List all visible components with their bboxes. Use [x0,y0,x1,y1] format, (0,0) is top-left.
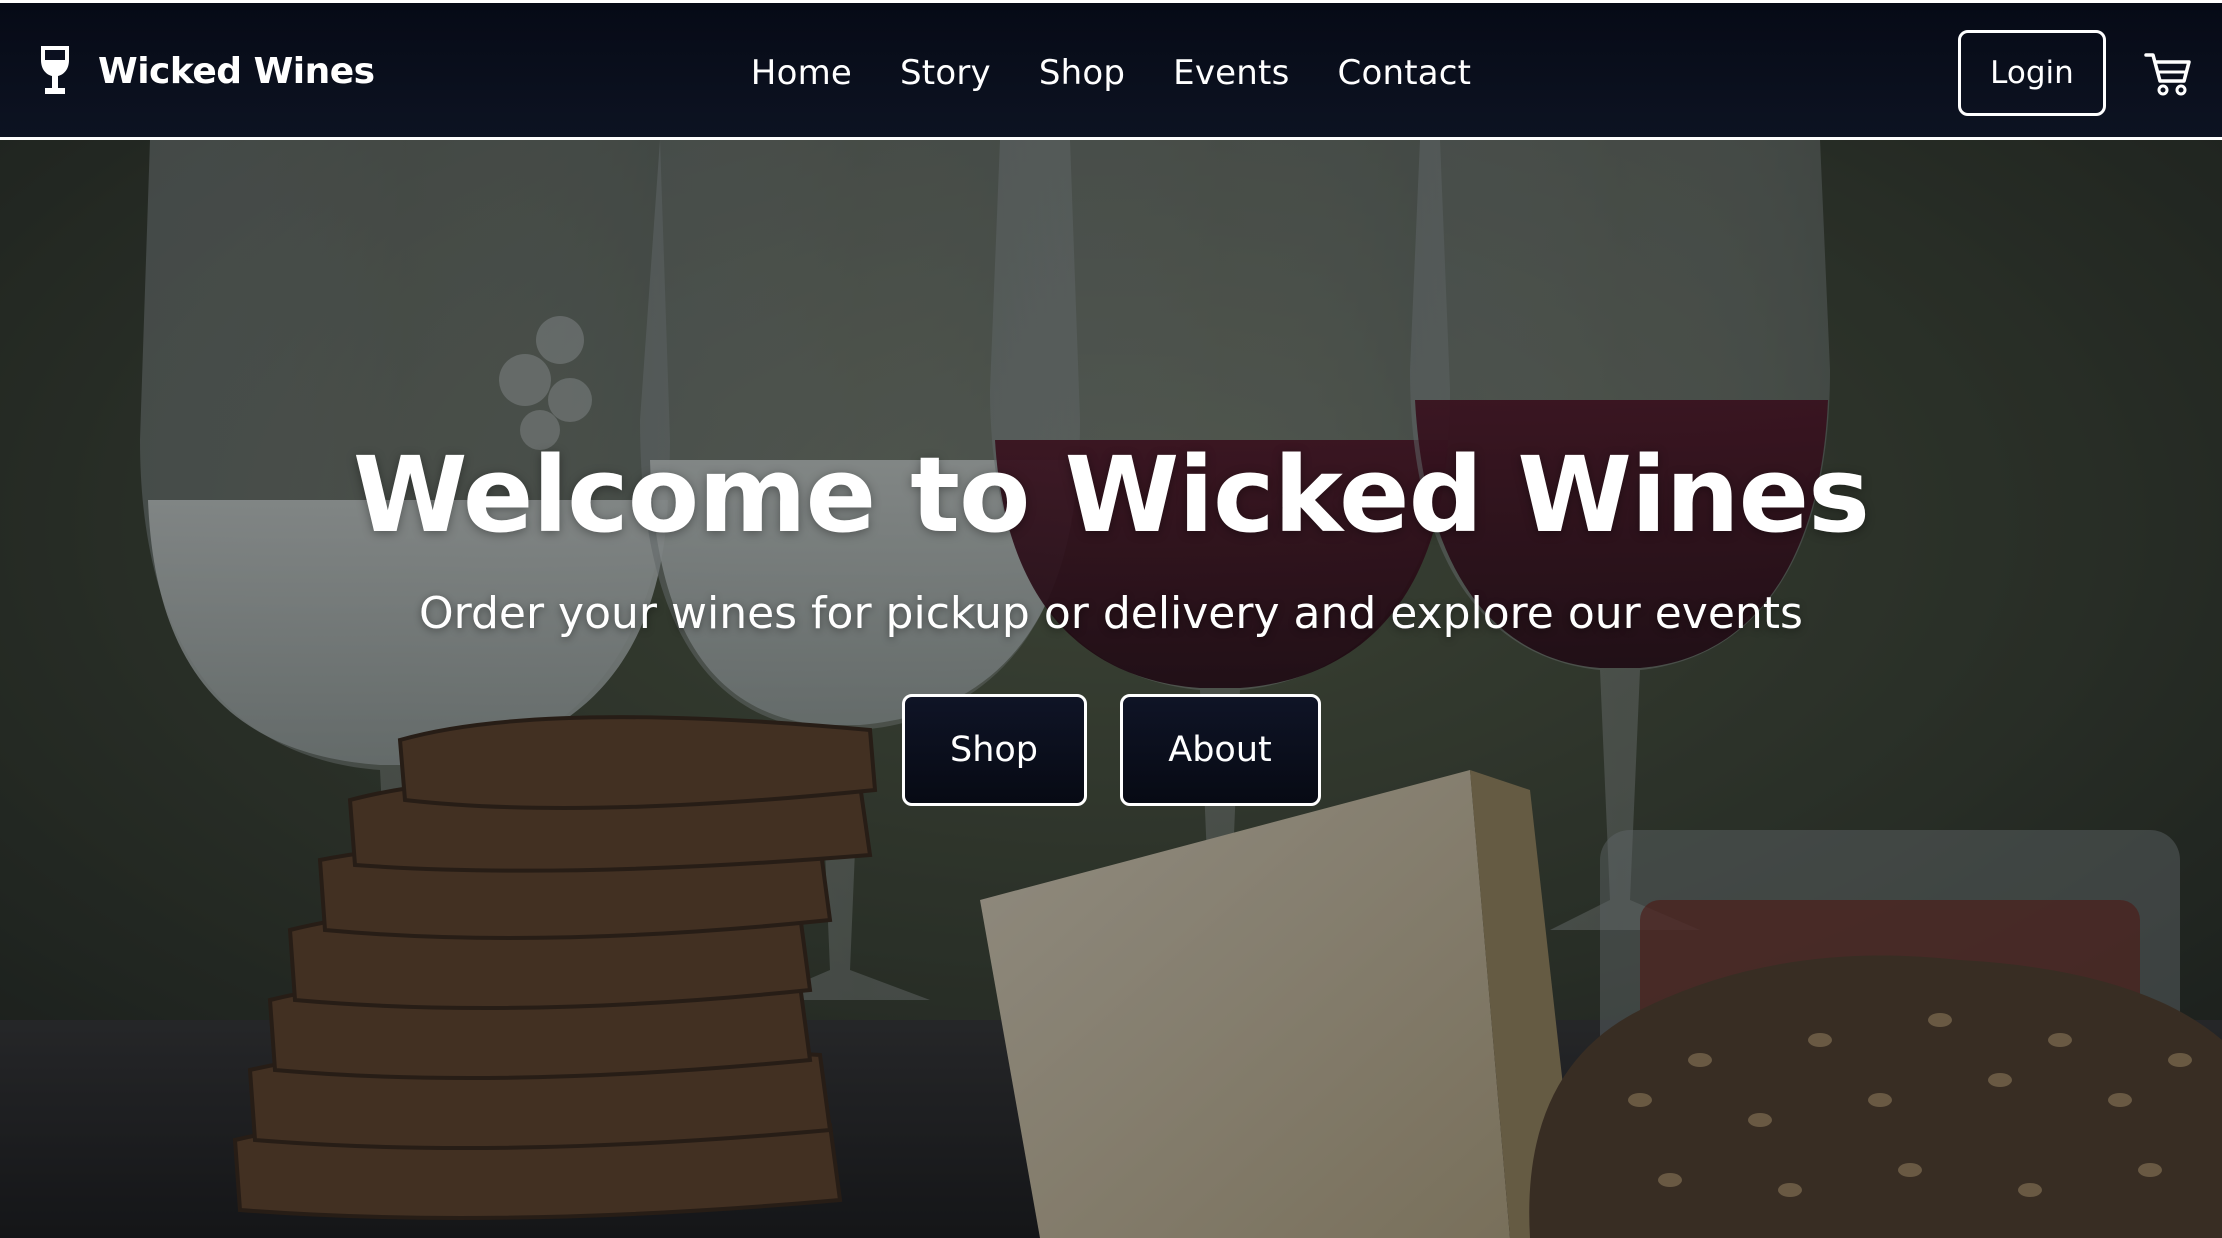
nav-link-story[interactable]: Story [900,53,991,93]
hero-title: Welcome to Wicked Wines [352,434,1870,556]
cart-button[interactable] [2140,49,2196,99]
navbar: Wicked Wines Home Story Shop Events Cont… [0,0,2222,140]
page: Wicked Wines Home Story Shop Events Cont… [0,0,2222,1238]
shop-button[interactable]: Shop [901,694,1087,806]
hero-subtitle: Order your wines for pickup or delivery … [419,588,1803,639]
login-button[interactable]: Login [1958,30,2106,116]
wine-glass-icon [41,46,69,94]
about-button[interactable]: About [1119,694,1321,806]
cart-icon [2144,53,2191,96]
nav-link-events[interactable]: Events [1173,53,1289,93]
brand-name: Wicked Wines [98,50,375,92]
nav-link-shop[interactable]: Shop [1039,53,1125,93]
nav-link-home[interactable]: Home [751,53,852,93]
hero-content: Welcome to Wicked Wines Order your wines… [0,430,2222,806]
nav-link-contact[interactable]: Contact [1338,53,1472,93]
hero-actions: Shop About [0,694,2222,806]
hero-section: Welcome to Wicked Wines Order your wines… [0,140,2222,1238]
brand-link[interactable]: Wicked Wines [38,41,375,101]
